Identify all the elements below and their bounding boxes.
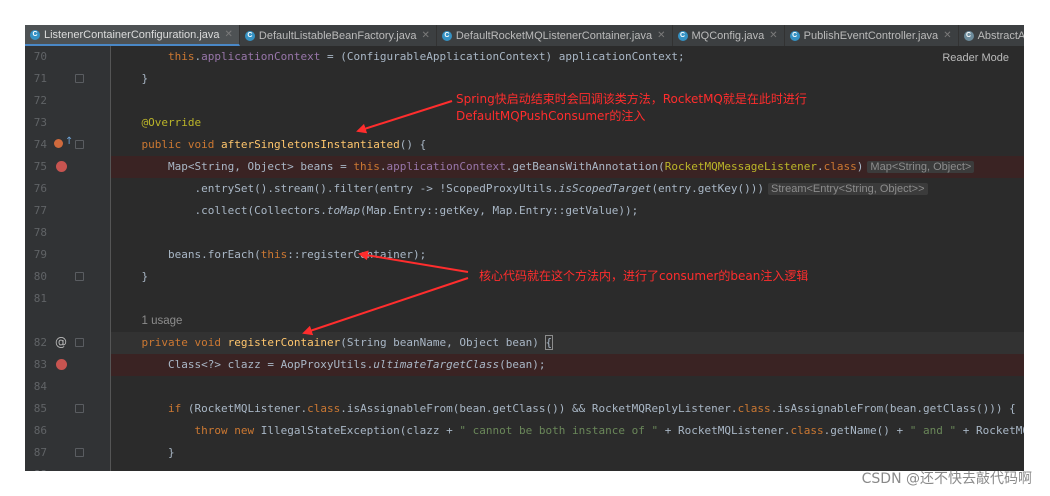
callout-line: Spring快启动结束时会回调该类方法，RocketMQ就是在此时进行 [456,92,807,106]
tab-label: PublishEventController.java [803,29,939,42]
code-text[interactable] [111,376,1024,398]
editor-tab-bar: C ListenerContainerConfiguration.java ✕ … [25,25,1024,47]
line-number: 88 [25,464,47,471]
code-line[interactable]: 81 [25,288,1024,310]
close-icon[interactable]: ✕ [769,30,777,41]
java-class-icon: C [677,30,688,41]
fold-marker-icon[interactable] [75,404,84,413]
code-line[interactable]: 78 [25,222,1024,244]
code-line[interactable]: 85 if (RocketMQListener.class.isAssignab… [25,398,1024,420]
line-number: 84 [33,380,47,393]
java-class-icon: C [441,30,452,41]
code-text[interactable]: this.applicationContext = (ConfigurableA… [111,46,1024,68]
line-number: 81 [33,292,47,305]
tab-label: AbstractA [977,29,1024,42]
code-text[interactable] [111,288,1024,310]
code-text[interactable]: .entrySet().stream().filter(entry -> !Sc… [111,178,1024,200]
line-number: 72 [33,94,47,107]
fold-marker-icon[interactable] [75,272,84,281]
java-class-icon: C [30,29,40,40]
callout-note-spring-callback: Spring快启动结束时会回调该类方法，RocketMQ就是在此时进行 Defa… [456,91,807,125]
close-icon[interactable]: ✕ [657,30,665,41]
callout-line: 核心代码就在这个方法内，进行了consumer的bean注入逻辑 [479,269,809,283]
tab-label: DefaultRocketMQListenerContainer.java [455,29,653,42]
code-line[interactable]: 86 throw new IllegalStateException(clazz… [25,420,1024,442]
line-number: 83 [33,358,47,371]
line-number: 77 [33,204,47,217]
close-icon[interactable]: ✕ [421,30,429,41]
line-number: 73 [33,116,47,129]
line-number: 79 [33,248,47,261]
code-line[interactable]: 83 Class<?> clazz = AopProxyUtils.ultima… [25,354,1024,376]
close-icon[interactable]: ✕ [943,30,951,41]
code-text[interactable]: Map<String, Object> beans = this.applica… [111,156,1024,178]
line-number: 82 [33,336,47,349]
code-line[interactable]: 77 .collect(Collectors.toMap(Map.Entry::… [25,200,1024,222]
line-number: 80 [33,270,47,283]
type-hint: Stream<Entry<String, Object>> [768,183,928,195]
code-text[interactable] [111,222,1024,244]
line-number: 87 [33,446,47,459]
line-number: 85 [33,402,47,415]
code-line[interactable]: 84 [25,376,1024,398]
tab-listener-container-configuration[interactable]: C ListenerContainerConfiguration.java ✕ [25,25,240,46]
java-abstract-class-icon: C [963,30,974,41]
usage-hint-row: 1 usage [25,310,1024,332]
code-line[interactable]: 70 this.applicationContext = (Configurab… [25,46,1024,68]
java-class-icon: C [244,30,255,41]
code-text[interactable]: .collect(Collectors.toMap(Map.Entry::get… [111,200,1024,222]
line-number: 71 [33,72,47,85]
code-line[interactable]: 79 beans.forEach(this::registerContainer… [25,244,1024,266]
line-number: 76 [33,182,47,195]
code-text[interactable]: } [111,68,1024,90]
tab-label: MQConfig.java [691,29,765,42]
code-text[interactable]: } [111,442,1024,464]
override-method-icon[interactable] [54,139,63,148]
at-usages-icon[interactable]: @ [55,335,67,349]
breakpoint-icon[interactable] [56,161,67,172]
close-icon[interactable]: ✕ [225,29,233,40]
usage-hint[interactable]: 1 usage [142,315,183,327]
tab-label: ListenerContainerConfiguration.java [44,28,220,41]
fold-marker-icon[interactable] [75,338,84,347]
tab-publish-event-controller[interactable]: C PublishEventController.java ✕ [785,25,959,46]
line-number: 70 [33,50,47,63]
line-number: 74 [33,138,47,151]
code-text[interactable]: public void afterSingletonsInstantiated(… [111,134,1024,156]
type-hint: Map<String, Object> [867,161,975,173]
code-line[interactable]: 82 @ private void registerContainer(Stri… [25,332,1024,354]
line-number: 86 [33,424,47,437]
code-text[interactable]: throw new IllegalStateException(clazz + … [111,420,1024,442]
tab-default-rocketmq-listener-container[interactable]: C DefaultRocketMQListenerContainer.java … [437,25,673,46]
code-text[interactable]: beans.forEach(this::registerContainer); [111,244,1024,266]
code-line[interactable]: 87 } [25,442,1024,464]
line-number: 78 [33,226,47,239]
tab-default-listable-bean-factory[interactable]: C DefaultListableBeanFactory.java ✕ [240,25,437,46]
line-number: 75 [33,160,47,173]
fold-marker-icon[interactable] [75,74,84,83]
code-text[interactable]: private void registerContainer(String be… [111,332,1024,354]
code-text[interactable]: Class<?> clazz = AopProxyUtils.ultimateT… [111,354,1024,376]
callout-line: DefaultMQPushConsumer的注入 [456,109,646,123]
tab-abstract[interactable]: C AbstractA [959,25,1024,46]
watermark-text: CSDN @还不快去敲代码啊 [861,471,1032,487]
code-line[interactable]: 71 } [25,68,1024,90]
code-line[interactable]: 74 ↑ public void afterSingletonsInstanti… [25,134,1024,156]
fold-marker-icon[interactable] [75,448,84,457]
fold-marker-icon[interactable] [75,140,84,149]
tab-label: DefaultListableBeanFactory.java [258,29,417,42]
tab-mqconfig[interactable]: C MQConfig.java ✕ [673,25,785,46]
breakpoint-icon[interactable] [56,359,67,370]
callout-note-core-code: 核心代码就在这个方法内，进行了consumer的bean注入逻辑 [479,268,808,285]
code-text[interactable]: if (RocketMQListener.class.isAssignableF… [111,398,1024,420]
arrow-up-icon: ↑ [65,136,74,147]
code-line[interactable]: 76 .entrySet().stream().filter(entry -> … [25,178,1024,200]
code-line[interactable]: 75 Map<String, Object> beans = this.appl… [25,156,1024,178]
java-class-icon: C [789,30,800,41]
